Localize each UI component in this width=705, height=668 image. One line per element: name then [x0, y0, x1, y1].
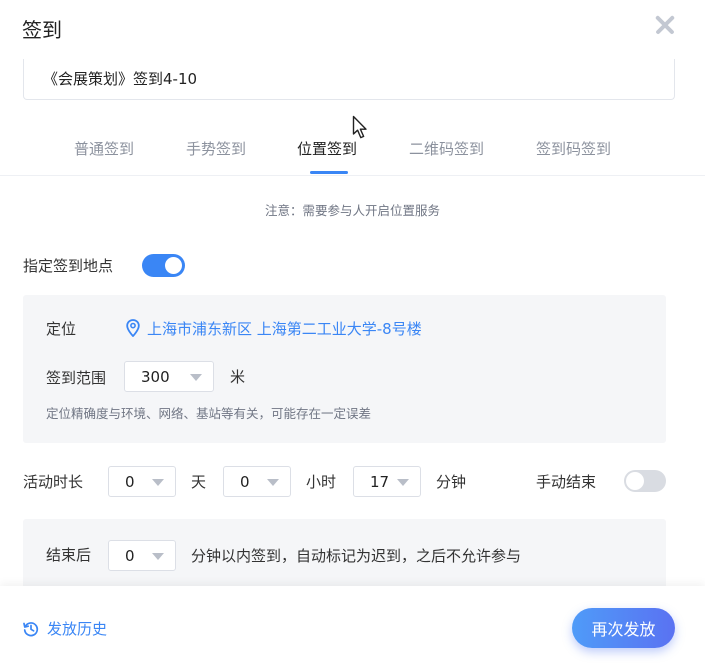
- location-label: 定位: [46, 320, 77, 338]
- republish-button[interactable]: 再次发放: [572, 608, 675, 648]
- tab-qrcode[interactable]: 二维码签到: [409, 138, 484, 159]
- dialog-title: 签到: [22, 18, 62, 42]
- tab-location[interactable]: 位置签到: [297, 138, 357, 159]
- hours-select[interactable]: 0: [223, 466, 291, 497]
- mouse-cursor-icon: [352, 115, 367, 139]
- duration-label: 活动时长: [23, 473, 84, 491]
- dialog-header: 签到: [0, 0, 705, 52]
- chevron-down-icon: [267, 479, 279, 486]
- late-description: 分钟以内签到，自动标记为迟到，之后不允许参与: [191, 547, 522, 565]
- days-select[interactable]: 0: [108, 466, 176, 497]
- publish-history-label: 发放历史: [47, 620, 108, 638]
- chevron-down-icon: [152, 479, 164, 486]
- range-label: 签到范围: [46, 369, 107, 387]
- toggle-knob: [626, 472, 644, 490]
- late-minutes-value: 0: [125, 547, 135, 565]
- range-unit: 米: [230, 368, 246, 386]
- late-label: 结束后: [46, 546, 92, 564]
- minutes-select[interactable]: 17: [353, 466, 421, 497]
- specify-location-label: 指定签到地点: [23, 257, 114, 275]
- manual-end-toggle[interactable]: [624, 470, 666, 492]
- chevron-down-icon: [397, 479, 409, 486]
- location-accuracy-hint: 定位精确度与环境、网络、基站等有关，可能存在一定误差: [46, 406, 372, 421]
- location-service-note: 注意：需要参与人开启位置服务: [264, 203, 440, 218]
- specify-location-toggle[interactable]: [142, 254, 185, 277]
- manual-end-label: 手动结束: [536, 473, 597, 491]
- toggle-knob: [165, 257, 182, 274]
- days-unit: 天: [191, 473, 207, 491]
- sign-in-dialog: 签到 普通签到 手势签到 位置签到 二维码签到 签到码签到 注意：需要参与人开启…: [0, 0, 705, 668]
- days-value: 0: [125, 473, 135, 491]
- late-minutes-select[interactable]: 0: [108, 540, 176, 571]
- tab-code[interactable]: 签到码签到: [536, 138, 611, 159]
- hours-unit: 小时: [306, 473, 337, 491]
- history-clock-icon: [23, 622, 39, 637]
- range-select[interactable]: 300: [124, 361, 214, 392]
- hours-value: 0: [240, 473, 250, 491]
- minutes-value: 17: [370, 473, 390, 491]
- minutes-unit: 分钟: [436, 473, 467, 491]
- range-value: 300: [141, 368, 170, 386]
- tab-gesture[interactable]: 手势签到: [186, 138, 246, 159]
- active-tab-indicator: [310, 171, 348, 174]
- location-address-link[interactable]: 上海市浦东新区 上海第二工业大学-8号楼: [147, 318, 422, 339]
- location-pin-icon: [126, 319, 140, 337]
- close-icon[interactable]: [652, 12, 678, 38]
- tab-normal[interactable]: 普通签到: [74, 138, 134, 159]
- activity-name-input[interactable]: [23, 59, 675, 100]
- chevron-down-icon: [152, 553, 164, 560]
- chevron-down-icon: [190, 374, 202, 381]
